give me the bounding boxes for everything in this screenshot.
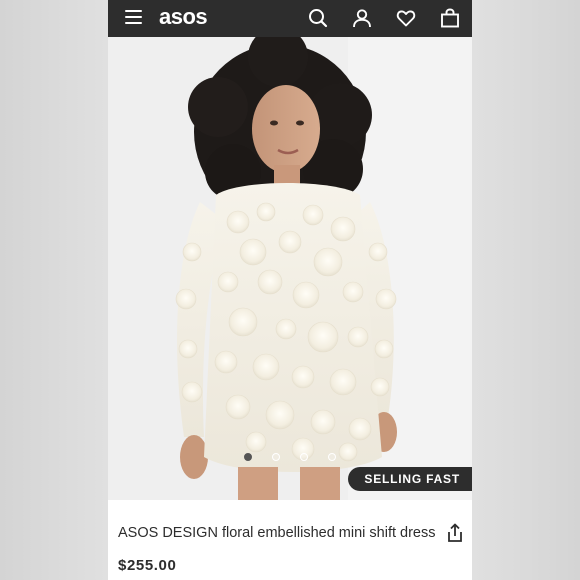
left-backdrop — [0, 0, 108, 580]
gallery-dot-3[interactable] — [300, 453, 308, 461]
product-price: $255.00 — [118, 557, 177, 574]
gallery-pagination — [108, 453, 472, 467]
brand-logo[interactable]: asos — [159, 4, 208, 30]
bag-icon[interactable] — [440, 8, 460, 28]
account-icon[interactable] — [352, 8, 372, 28]
gallery-dot-4[interactable] — [328, 453, 336, 461]
top-navigation-bar: asos — [108, 0, 472, 37]
menu-icon[interactable] — [125, 10, 142, 24]
product-photo — [108, 37, 472, 500]
app-screen: asos SELLING FAST ASOS DESIGN floral emb… — [108, 0, 472, 580]
heart-icon[interactable] — [396, 8, 416, 28]
right-backdrop — [472, 0, 580, 580]
product-title: ASOS DESIGN floral embellished mini shif… — [118, 525, 436, 541]
gallery-dot-2[interactable] — [272, 453, 280, 461]
gallery-dot-1[interactable] — [244, 453, 252, 461]
share-icon[interactable] — [446, 523, 464, 543]
search-icon[interactable] — [308, 8, 328, 28]
selling-fast-badge: SELLING FAST — [348, 467, 472, 491]
product-image-gallery[interactable]: SELLING FAST — [108, 37, 472, 500]
